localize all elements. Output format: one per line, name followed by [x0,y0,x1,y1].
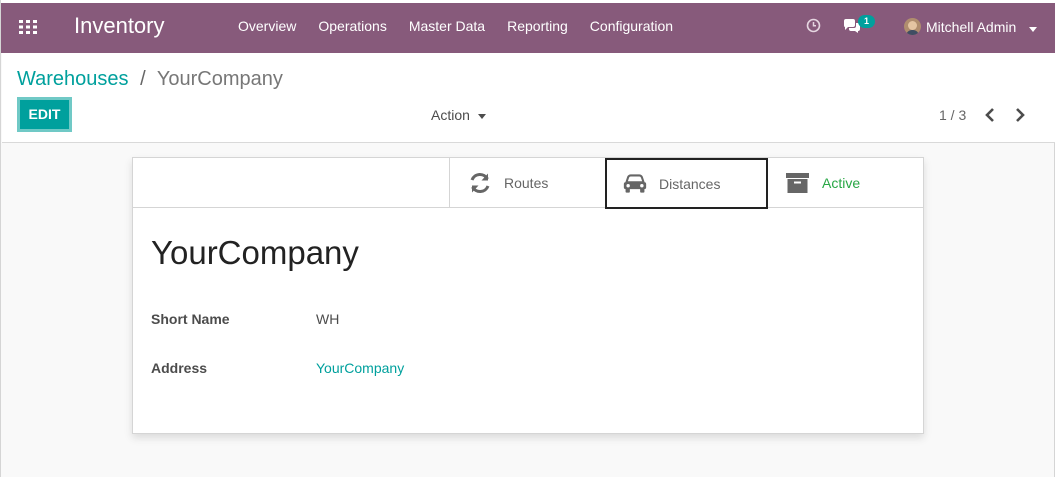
breadcrumb-warehouses[interactable]: Warehouses [17,68,129,90]
chat-count-badge: 1 [858,15,875,28]
chevron-down-icon[interactable] [1029,27,1037,32]
form-sheet: Routes Distances Active YourCompany Shor… [132,157,924,434]
routes-button[interactable]: Routes [449,158,605,207]
menu-item-master-data[interactable]: Master Data [409,18,485,34]
apps-grid-icon[interactable] [19,20,37,34]
menu-item-reporting[interactable]: Reporting [507,18,568,34]
breadcrumb: Warehouses / YourCompany [17,68,283,91]
breadcrumb-current: YourCompany [156,68,283,90]
breadcrumb-separator: / [140,68,146,90]
address-label: Address [151,360,208,376]
app-name[interactable]: Inventory [74,13,165,39]
button-box: Routes Distances Active [133,158,923,209]
active-toggle-button[interactable]: Active [768,158,923,207]
record-title[interactable]: YourCompany [151,234,359,272]
menu-item-overview[interactable]: Overview [238,18,296,34]
chevron-left-icon[interactable] [983,107,997,123]
control-panel [2,53,1055,143]
chevron-down-icon [477,113,486,119]
action-label: Action [431,107,470,123]
refresh-icon [470,172,490,193]
avatar[interactable] [904,18,921,35]
pager-value[interactable]: 1 / 3 [939,107,966,123]
distances-label: Distances [659,175,721,192]
page: Inventory Overview Operations Master Dat… [0,0,1055,477]
distances-button[interactable]: Distances [605,158,768,209]
routes-label: Routes [504,174,549,191]
short-name-label: Short Name [151,311,230,327]
menu-item-configuration[interactable]: Configuration [590,18,673,34]
top-navbar: Inventory Overview Operations Master Dat… [1,0,1055,53]
main-menu: Overview Operations Master Data Reportin… [238,18,673,34]
archive-icon [786,172,809,193]
chevron-right-icon[interactable] [1013,107,1027,123]
car-icon [623,173,647,193]
menu-item-operations[interactable]: Operations [318,18,386,34]
address-link[interactable]: YourCompany [316,360,404,376]
short-name-value: WH [316,311,340,327]
user-menu[interactable]: Mitchell Admin [926,19,1016,35]
action-dropdown[interactable]: Action [431,107,486,123]
edit-button[interactable]: EDIT [17,97,72,132]
active-label: Active [822,174,861,191]
clock-icon[interactable] [806,18,821,33]
